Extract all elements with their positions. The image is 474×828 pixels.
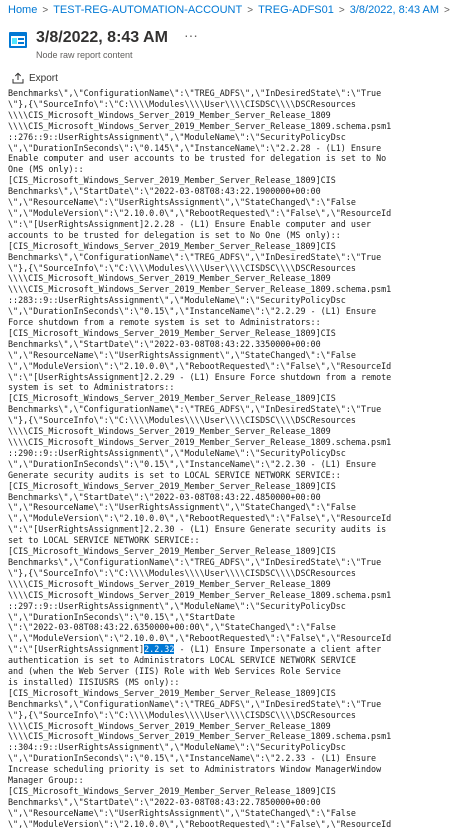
export-button[interactable]: Export [8, 67, 62, 89]
report-text: Benchmarks\",\"ConfigurationName\":\"TRE… [8, 88, 474, 828]
report-text-before: Benchmarks\",\"ConfigurationName\":\"TRE… [8, 88, 392, 655]
export-icon [12, 72, 24, 84]
breadcrumb-node[interactable]: TREG-ADFS01 [258, 4, 334, 16]
command-bar: Export [8, 67, 62, 89]
breadcrumb-separator: > [247, 5, 254, 16]
automation-node-icon [8, 30, 28, 50]
breadcrumb-separator: > [338, 5, 345, 16]
breadcrumb: Home > TEST-REG-AUTOMATION-ACCOUNT > TREG-AD… [8, 4, 455, 16]
raw-report-content[interactable]: Benchmarks\",\"ConfigurationName\":\"TRE… [8, 88, 474, 828]
breadcrumb-report[interactable]: 3/8/2022, 8:43 AM [350, 4, 439, 16]
breadcrumb-home[interactable]: Home [8, 4, 37, 16]
breadcrumb-separator: > [42, 5, 49, 16]
page-title: 3/8/2022, 8:43 AM [36, 29, 168, 46]
breadcrumb-automation-account[interactable]: TEST-REG-AUTOMATION-ACCOUNT [53, 4, 242, 16]
more-options-button[interactable]: ··· [184, 27, 198, 43]
breadcrumb-separator: > [444, 5, 450, 16]
report-text-after: - (L1) Ensure Impersonate a client after… [8, 644, 392, 828]
page-subtitle: Node raw report content [36, 50, 133, 60]
page-header: 3/8/2022, 8:43 AM ··· Node raw report con… [8, 26, 198, 60]
export-label: Export [29, 72, 58, 84]
text-selection: 2.2.32 [144, 644, 175, 655]
